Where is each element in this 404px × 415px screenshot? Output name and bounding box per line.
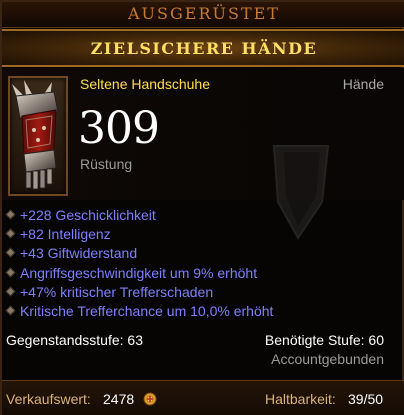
item-name: ZIELSICHERE HÄNDE bbox=[90, 39, 318, 58]
diamond-bullet-icon bbox=[5, 228, 16, 239]
sell-value: 2478 bbox=[103, 391, 135, 407]
item-title-banner: ZIELSICHERE HÄNDE bbox=[2, 29, 404, 67]
equipped-header: AUSGERÜSTET bbox=[2, 2, 404, 28]
stat-row: +82 Intelligenz bbox=[2, 225, 404, 244]
stat-text: +82 Intelligenz bbox=[20, 226, 111, 243]
armor-label: Rüstung bbox=[80, 156, 133, 172]
gold-coin-icon bbox=[143, 392, 157, 406]
item-tooltip: AUSGERÜSTET ZIELSICHERE HÄNDE Seltene Ha… bbox=[0, 0, 404, 415]
item-type-label: Seltene Handschuhe bbox=[80, 76, 210, 92]
item-stats-list: +228 Geschicklichkeit +82 Intelligenz +4… bbox=[2, 206, 404, 321]
stat-row: Kritische Trefferchance um 10,0% erhöht bbox=[2, 302, 404, 321]
stat-row: +47% kritischer Trefferschaden bbox=[2, 283, 404, 302]
item-level: Gegenstandsstufe: 63 bbox=[6, 332, 143, 348]
diamond-bullet-icon bbox=[5, 305, 16, 316]
diamond-bullet-icon bbox=[5, 247, 16, 258]
item-slot-label: Hände bbox=[342, 76, 384, 92]
stat-row: +228 Geschicklichkeit bbox=[2, 206, 404, 225]
stat-text: Angriffsgeschwindigkeit um 9% erhöht bbox=[20, 264, 258, 281]
equipped-label: AUSGERÜSTET bbox=[128, 4, 280, 23]
stat-text: +47% kritischer Trefferschaden bbox=[20, 283, 214, 300]
stat-text: +43 Giftwiderstand bbox=[20, 245, 138, 262]
armor-value: 309 bbox=[78, 103, 160, 154]
required-level: Benötigte Stufe: 60 bbox=[264, 332, 384, 348]
tooltip-footer: Verkaufswert: 2478 Haltbarkeit: 39/50 bbox=[2, 380, 404, 415]
stat-row: +43 Giftwiderstand bbox=[2, 244, 404, 263]
gauntlet-icon bbox=[12, 80, 59, 190]
item-icon-frame bbox=[8, 76, 68, 196]
account-bound-label: Accountgebunden bbox=[271, 351, 384, 367]
stat-text: +228 Geschicklichkeit bbox=[20, 207, 156, 223]
durability-value: 39/50 bbox=[348, 391, 384, 407]
diamond-bullet-icon bbox=[5, 209, 16, 220]
stat-row: Angriffsgeschwindigkeit um 9% erhöht bbox=[2, 264, 404, 283]
diamond-bullet-icon bbox=[5, 286, 16, 297]
durability-label: Haltbarkeit: bbox=[265, 391, 336, 407]
diamond-bullet-icon bbox=[5, 267, 16, 278]
stat-text: Kritische Trefferchance um 10,0% erhöht bbox=[20, 302, 274, 319]
sell-value-label: Verkaufswert: bbox=[6, 391, 91, 407]
